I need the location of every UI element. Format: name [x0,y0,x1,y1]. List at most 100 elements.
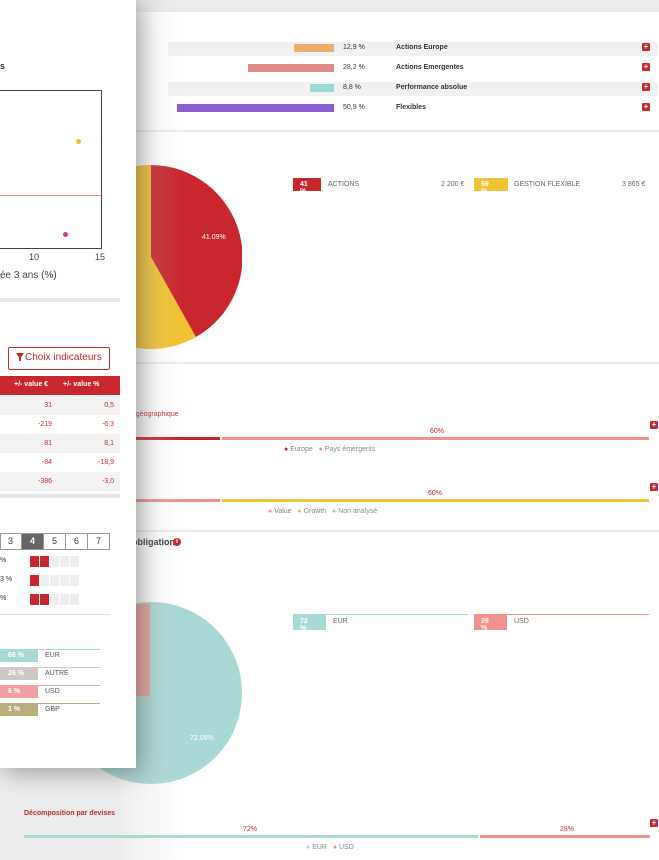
risk-cell [60,556,69,567]
cell-value-pct: -18,9 [98,459,114,466]
risk-cell [40,575,49,586]
choose-indicators-label: Choix indicateurs [25,352,102,363]
x-axis-label: ée 3 ans (%) [0,270,57,281]
risk-cell [50,594,59,605]
risk-cell [50,556,59,567]
risk-cell [70,575,79,586]
allocation-expand-button[interactable]: + [642,63,650,71]
allocation-pct: 28,2 % [343,64,365,71]
cell-value-eur: -386 [37,478,52,485]
x-tick: 10 [29,252,40,262]
col-header-value-eur[interactable]: +/- value € [14,381,48,388]
legend-label: GESTION FLEXIBLE [514,181,581,188]
risk-level-3[interactable]: 3 [0,534,22,549]
risk-cell [40,556,49,567]
geo-expand-button[interactable]: + [650,421,658,429]
allocation-pct: 12,9 % [343,44,365,51]
risk-cell [30,594,39,605]
risk-cell [40,594,49,605]
devises-expand-button[interactable]: + [650,819,658,827]
allocation-label: Actions Emergentes [396,64,464,71]
risk-level-5[interactable]: 5 [44,534,66,549]
allocation-expand-button[interactable]: + [642,83,650,91]
risk-cell [50,575,59,586]
cell-value-pct: 0,5 [104,402,114,409]
obligations-pie-label: 72.09% [190,735,214,742]
allocation-label: Flexibles [396,104,426,111]
allocation-label: Performance absolue [396,84,468,91]
legend-growth: Growth [303,508,327,515]
cell-value-eur: 81 [44,440,52,447]
risk-level-6[interactable]: 6 [66,534,88,549]
scatter-point[interactable] [76,139,81,144]
divider [0,614,110,615]
risk-row-label: % [0,595,7,602]
legend-emerging: Pays émergents [324,446,376,453]
legend-not-analyzed: Non analysé [338,508,378,515]
legend-swatch [474,178,508,191]
risk-cell [30,556,39,567]
pie-slice-label: 41.09% [202,234,226,241]
foreground-panel: s 10 15 ée 3 ans (%) Choix indicateurs +… [0,0,136,768]
legend-pct: 41 % [300,181,308,195]
geo-legend: ● Europe ● Pays émergents [284,446,376,453]
risk-row-label: % [0,557,7,564]
legend-value: Value [274,508,292,515]
currency-code: AUTRE [45,670,69,677]
currency-code: GBP [45,706,60,713]
devises-right-label: 28% [560,826,575,833]
legend-pct: 59 % [481,181,489,195]
cell-value-eur: 31 [44,402,52,409]
devises-bar-eur [24,835,478,838]
allocation-expand-button[interactable]: + [642,43,650,51]
risk-cell [70,556,79,567]
cell-value-pct: -3,0 [101,478,114,485]
table-row: -386 -3,0 [0,472,120,491]
currency-pct: 68 % [8,652,24,659]
currency-pct: 26 % [8,670,24,677]
risk-cell [60,575,69,586]
table-row: -219 -6,3 [0,415,120,434]
currency-line [38,667,100,668]
legend-amount: 2 200 € [441,181,465,188]
currency-pct: 1 % [8,706,21,713]
style-expand-button[interactable]: + [650,483,658,491]
allocation-bar [310,84,334,92]
devises-title: Décomposition par devises [24,810,116,817]
cell-value-pct: -6,3 [101,421,114,428]
cell-value-eur: -219 [37,421,52,428]
cell-value-eur: -84 [41,459,52,466]
allocation-label: Actions Europe [396,44,448,51]
devises-left-label: 72% [243,826,258,833]
legend-label: ACTIONS [328,181,360,188]
currency-line [38,685,100,686]
devises-bar-usd [480,835,650,838]
devises-legend: ● EUR ● USD [306,844,354,851]
geo-bar-label: 60% [430,428,445,435]
table-header: +/- value € +/- value % [0,376,120,395]
allocation-expand-button[interactable]: + [642,103,650,111]
style-bar-label: 60% [428,490,443,497]
cell-value-pct: 8,1 [104,440,114,447]
currency-code: USD [45,688,60,695]
col-header-value-pct[interactable]: +/- value % [63,381,99,388]
legend-europe: Europe [290,446,313,453]
currency-code: EUR [45,652,60,659]
scatter-point[interactable] [63,232,68,237]
risk-cell [60,594,69,605]
risk-level-7[interactable]: 7 [88,534,110,549]
x-tick: 15 [95,252,106,262]
risk-row-label: 3 % [0,576,13,583]
choose-indicators-button[interactable]: Choix indicateurs [8,347,110,370]
allocation-bar [177,104,334,112]
style-bar-growth [222,499,649,502]
divider [0,494,120,498]
scatter-reference-line [0,195,101,196]
allocation-bar [248,64,334,72]
risk-level-4[interactable]: 4 [22,534,44,549]
legend-amount: 3 865 € [622,181,646,188]
allocation-pct: 8,8 % [343,84,361,91]
style-legend: ● Value ● Growth ● Non analysé [268,508,378,515]
currency-pct: 6 % [8,688,21,695]
currency-line [38,703,100,704]
